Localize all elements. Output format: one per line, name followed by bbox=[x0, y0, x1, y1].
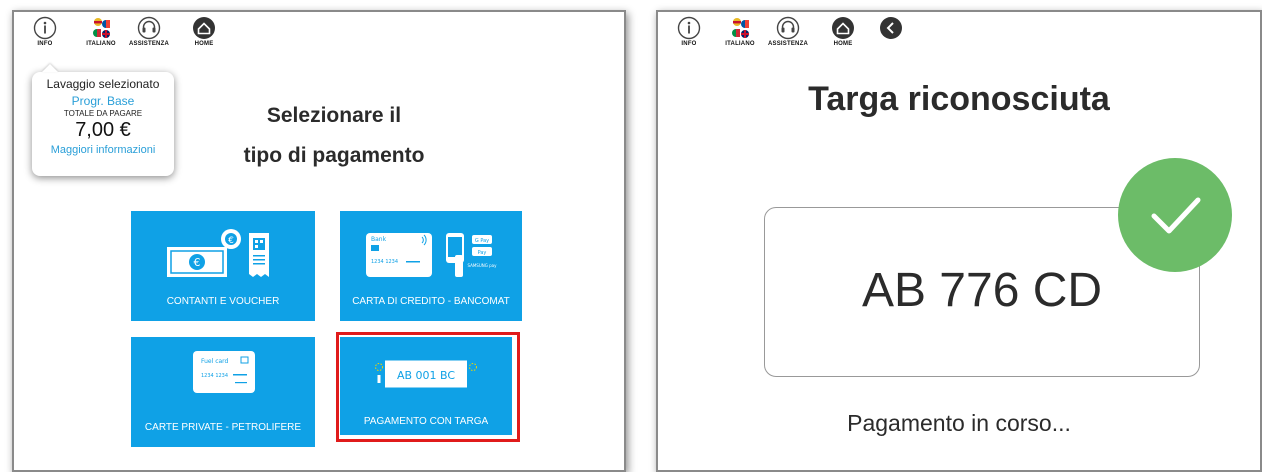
language-button[interactable]: ITALIANO bbox=[74, 16, 128, 47]
cash-voucher-tile[interactable]: € € CONTANTI E VOUCHER bbox=[131, 211, 315, 321]
language-label: ITALIANO bbox=[86, 41, 116, 47]
home-label: HOME bbox=[833, 41, 853, 47]
fuel-card-icon: Fuel card 1234 1234 bbox=[193, 351, 255, 393]
top-toolbar: INFO ITALIANO ASSISTENZA HOME bbox=[658, 12, 1260, 64]
total-label: TOTALE DA PAGARE bbox=[63, 109, 143, 118]
card-number-text: 1234 1234 bbox=[371, 259, 398, 265]
selected-program: Progr. Base bbox=[71, 94, 135, 108]
info-label: INFO bbox=[37, 41, 53, 47]
fuel-card-tile[interactable]: Fuel card 1234 1234 CARTE PRIVATE - PETR… bbox=[131, 337, 315, 447]
svg-text:€: € bbox=[194, 256, 201, 269]
flags-icon bbox=[732, 18, 749, 38]
assistance-button[interactable]: ASSISTENZA bbox=[761, 16, 815, 47]
home-icon bbox=[193, 17, 215, 39]
info-label: INFO bbox=[681, 41, 697, 47]
back-icon bbox=[880, 17, 902, 39]
assistance-label: ASSISTENZA bbox=[767, 41, 808, 47]
info-button[interactable]: INFO bbox=[18, 16, 72, 47]
fuel-card-label: CARTE PRIVATE - PETROLIFERE bbox=[144, 422, 302, 433]
headset-icon bbox=[776, 16, 800, 40]
home-icon bbox=[832, 17, 854, 39]
fuel-card-title: Fuel card bbox=[201, 358, 229, 365]
credit-card-label: CARTA DI CREDITO - BANCOMAT bbox=[352, 296, 510, 307]
svg-text:€: € bbox=[228, 236, 234, 246]
top-toolbar: INFO ITALIANO ASSISTENZA HOME bbox=[14, 12, 624, 64]
payment-selection-screen: INFO ITALIANO ASSISTENZA HOME Lavaggio s… bbox=[12, 10, 626, 472]
fuel-card-number: 1234 1234 bbox=[201, 373, 228, 379]
tooltip-title: Lavaggio selezionato bbox=[46, 77, 160, 91]
payment-status-text: Pagamento in corso... bbox=[847, 410, 1071, 436]
home-button[interactable]: HOME bbox=[816, 16, 870, 47]
assistance-label: ASSISTENZA bbox=[128, 41, 169, 47]
page-title: Selezionare il tipo di pagamento bbox=[204, 96, 464, 176]
gpay-text: G Pay bbox=[475, 238, 489, 244]
credit-card-icon: Bank 1234 1234 G Pay Pay SAMSUNG pay bbox=[366, 233, 498, 277]
info-icon bbox=[33, 16, 57, 40]
page-title-line-2: tipo di pagamento bbox=[243, 144, 425, 167]
plate-recognized-screen: INFO ITALIANO ASSISTENZA HOME Targa rico… bbox=[656, 10, 1262, 472]
page-title-line-1: Selezionare il bbox=[266, 104, 402, 127]
headset-icon bbox=[137, 16, 161, 40]
samsungpay-text: SAMSUNG pay bbox=[468, 263, 498, 268]
total-price: 7,00 € bbox=[75, 119, 131, 141]
page-title: Targa riconosciuta bbox=[808, 80, 1110, 118]
info-icon bbox=[677, 16, 701, 40]
selected-wash-tooltip: Lavaggio selezionato Progr. Base TOTALE … bbox=[32, 72, 174, 176]
credit-card-tile[interactable]: Bank 1234 1234 G Pay Pay SAMSUNG pay CAR… bbox=[340, 211, 522, 321]
language-button[interactable]: ITALIANO bbox=[713, 16, 767, 47]
cash-voucher-label: CONTANTI E VOUCHER bbox=[166, 296, 280, 307]
home-button[interactable]: HOME bbox=[177, 16, 231, 47]
card-bank-text: Bank bbox=[371, 236, 387, 243]
plate-sample-text: AB 001 BC bbox=[397, 369, 455, 382]
language-label: ITALIANO bbox=[725, 41, 755, 47]
success-check-icon bbox=[1118, 158, 1232, 272]
license-plate-icon: AB 001 BC bbox=[372, 359, 480, 389]
info-button[interactable]: INFO bbox=[662, 16, 716, 47]
cash-voucher-icon: € € bbox=[167, 229, 269, 277]
back-button[interactable] bbox=[864, 16, 918, 40]
license-plate-label: PAGAMENTO CON TARGA bbox=[363, 416, 489, 427]
more-info-link[interactable]: Maggiori informazioni bbox=[32, 144, 174, 156]
flags-icon bbox=[93, 18, 110, 38]
license-plate-tile[interactable]: AB 001 BC PAGAMENTO CON TARGA bbox=[340, 337, 512, 435]
assistance-button[interactable]: ASSISTENZA bbox=[122, 16, 176, 47]
home-label: HOME bbox=[194, 41, 214, 47]
applepay-text: Pay bbox=[478, 250, 487, 256]
